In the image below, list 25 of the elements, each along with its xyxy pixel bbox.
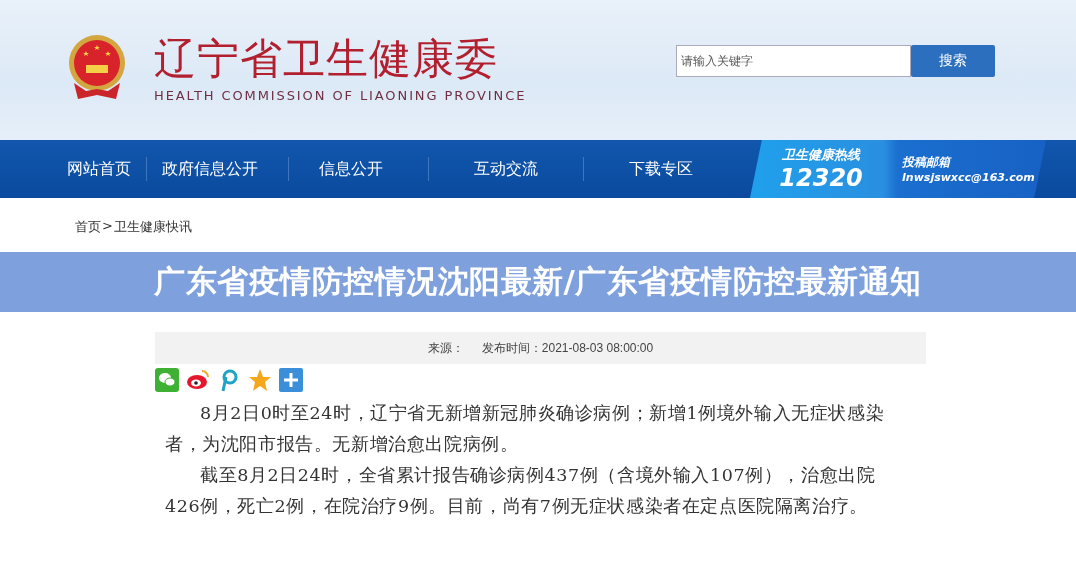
breadcrumb-link[interactable]: 首页 xyxy=(75,218,101,236)
search-field[interactable]: 请输入关键字 xyxy=(676,45,912,77)
hotline-number: 12320 xyxy=(779,164,863,192)
article-paragraph: 截至8月2日24时，全省累计报告确诊病例437例（含境外输入107例），治愈出院426例，死亡2例，在院治疗9例。目前，尚有7例无症状感染者在定点医院隔离治疗。 xyxy=(165,464,877,518)
wechat-share-icon[interactable] xyxy=(155,368,179,392)
nav-link[interactable]: 下载专区 xyxy=(584,158,708,180)
mailbox-label: 投稿邮箱 xyxy=(902,154,953,171)
site-subtitle: HEALTH COMMISSION OF LIAONING PROVINCE xyxy=(154,87,527,103)
plus-icon[interactable] xyxy=(279,368,303,392)
hotline-label: 卫生健康热线 xyxy=(782,146,861,164)
breadcrumb-link[interactable]: 卫生健康快讯 xyxy=(113,218,192,236)
search-button[interactable]: 搜索 xyxy=(911,45,996,77)
publish-time: 发布时间：2021-08-03 08:00:00 xyxy=(481,339,654,357)
banner-title: 广东省疫情防控情况沈阳最新/广东省疫情防控最新通知 xyxy=(154,262,922,301)
site-title: 辽宁省卫生健康委 xyxy=(154,33,499,84)
mailbox-address: lnwsjswxcc@163.com xyxy=(902,171,1035,184)
weibo-share-icon[interactable] xyxy=(186,368,210,392)
nav-link[interactable]: 政府信息公开 xyxy=(147,158,288,180)
nav-link[interactable]: 信息公开 xyxy=(289,158,428,180)
nav-link[interactable]: 互动交流 xyxy=(429,158,583,180)
nav-link[interactable]: 网站首页 xyxy=(52,158,146,180)
article-paragraph: 8月2日0时至24时，辽宁省无新增新冠肺炎确诊病例；新增1例境外输入无症状感染者，为沈阳市报告。无新增治愈出院病例。 xyxy=(165,402,886,456)
star-icon[interactable] xyxy=(248,368,272,392)
breadcrumb-separator: > xyxy=(102,218,113,233)
source-label: 来源： xyxy=(427,339,464,357)
